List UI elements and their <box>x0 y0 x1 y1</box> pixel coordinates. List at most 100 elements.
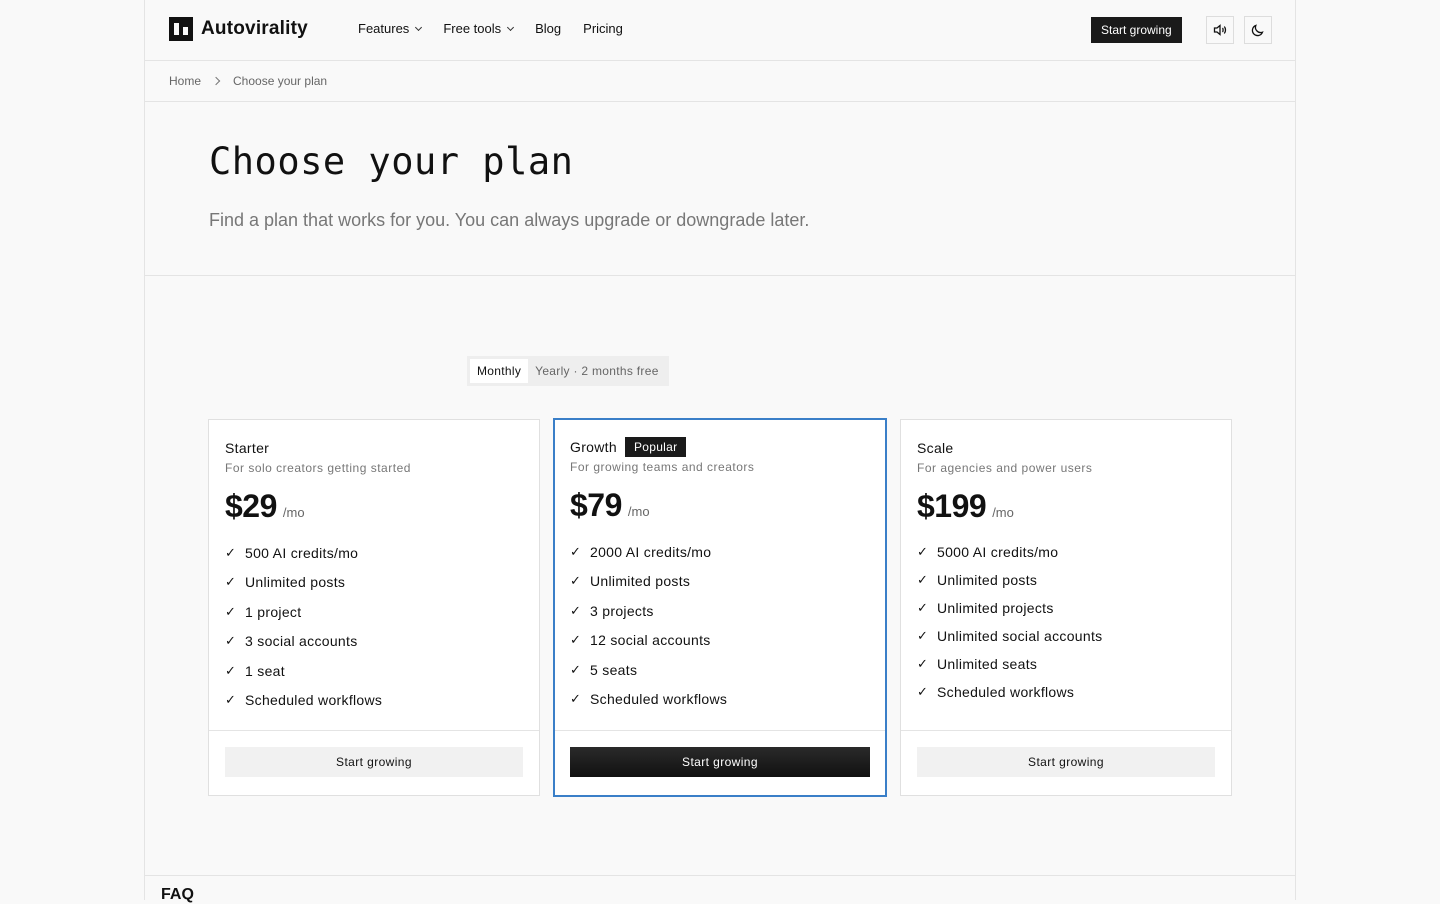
plan-period: /mo <box>992 505 1014 520</box>
check-icon: ✓ <box>917 628 929 643</box>
plan-description: For growing teams and creators <box>570 460 755 474</box>
breadcrumb-home-link[interactable]: Home <box>169 74 201 88</box>
nav-label: Pricing <box>583 21 623 36</box>
plan-name: Growth <box>570 439 617 455</box>
check-icon: ✓ <box>917 600 929 615</box>
check-icon: ✓ <box>225 662 237 678</box>
feature-item: ✓ 1 seat <box>225 656 523 686</box>
feature-text: Unlimited seats <box>937 656 1038 672</box>
plan-description: For agencies and power users <box>917 461 1093 475</box>
feature-item: ✓ 3 social accounts <box>225 627 523 657</box>
feature-item: ✓ Unlimited posts <box>570 567 870 597</box>
main-nav: Features Free tools Blog Pricing <box>358 21 623 36</box>
nav-label: Blog <box>535 21 562 36</box>
feature-item: ✓ 5 seats <box>570 655 870 685</box>
brand-logo[interactable]: Autovirality <box>169 17 308 41</box>
popular-badge: Popular <box>624 437 687 457</box>
start-growing-header-button[interactable]: Start growing <box>1091 17 1182 43</box>
check-icon: ✓ <box>225 692 237 708</box>
hero-section: Choose your plan Find a plan that works … <box>145 102 1295 276</box>
feature-text: Unlimited posts <box>937 572 1038 588</box>
logo-icon <box>169 17 193 41</box>
chevron-down-icon <box>507 23 515 31</box>
check-icon: ✓ <box>225 544 237 560</box>
nav-item-features[interactable]: Features <box>358 21 423 36</box>
sound-toggle-button[interactable] <box>1206 16 1234 44</box>
moon-icon <box>1251 24 1264 37</box>
feature-text: 5000 AI credits/mo <box>937 544 1059 560</box>
feature-item: ✓ 500 AI credits/mo <box>225 538 523 568</box>
chevron-down-icon <box>415 23 423 31</box>
feature-list: ✓ 5000 AI credits/mo ✓ Unlimited posts ✓ Un… <box>917 538 1215 706</box>
check-icon: ✓ <box>225 603 237 619</box>
chevron-right-icon <box>211 76 221 86</box>
nav-label: Free tools <box>443 21 502 36</box>
feature-item: ✓ Scheduled workflows <box>917 678 1215 706</box>
feature-text: Scheduled workflows <box>937 684 1075 700</box>
plan-price: $29 <box>225 488 277 524</box>
start-growing-scale-button[interactable]: Start growing <box>917 747 1215 777</box>
feature-text: Unlimited social accounts <box>937 628 1103 644</box>
feature-text: Unlimited posts <box>245 574 346 591</box>
feature-text: Unlimited posts <box>590 573 691 590</box>
feature-item: ✓ 2000 AI credits/mo <box>570 537 870 567</box>
feature-text: Scheduled workflows <box>245 692 383 709</box>
check-icon: ✓ <box>917 544 929 559</box>
feature-item: ✓ Unlimited social accounts <box>917 622 1215 650</box>
feature-text: 500 AI credits/mo <box>245 544 359 561</box>
billing-period-toggle: Monthly Yearly · 2 months free <box>467 356 669 386</box>
brand-name: Autovirality <box>201 18 308 39</box>
faq-section: FAQ <box>144 875 1296 903</box>
plan-description: For solo creators getting started <box>225 461 411 475</box>
plan-price: $79 <box>570 487 622 523</box>
check-icon: ✓ <box>570 661 582 677</box>
feature-item: ✓ 1 project <box>225 597 523 627</box>
billing-option-yearly[interactable]: Yearly · 2 months free <box>528 359 666 383</box>
check-icon: ✓ <box>570 573 582 589</box>
feature-item: ✓ 3 projects <box>570 596 870 626</box>
check-icon: ✓ <box>570 543 582 559</box>
feature-text: 1 project <box>245 603 302 620</box>
page-subtitle: Find a plan that works for you. You can … <box>209 210 810 230</box>
start-growing-growth-button[interactable]: Start growing <box>570 747 870 777</box>
feature-text: 2000 AI credits/mo <box>590 543 712 560</box>
nav-item-free-tools[interactable]: Free tools <box>443 21 515 36</box>
feature-text: 1 seat <box>245 662 285 679</box>
speaker-icon <box>1213 24 1227 36</box>
feature-item: ✓ 5000 AI credits/mo <box>917 538 1215 566</box>
feature-text: Scheduled workflows <box>590 691 728 708</box>
faq-heading: FAQ <box>161 886 194 903</box>
plan-card-growth: Growth Popular For growing teams and cre… <box>553 418 887 797</box>
plan-card-scale: Scale For agencies and power users $199 … <box>900 419 1232 796</box>
plan-price: $199 <box>917 488 987 524</box>
theme-toggle-button[interactable] <box>1244 16 1272 44</box>
billing-option-monthly[interactable]: Monthly <box>470 359 529 383</box>
breadcrumb-current: Choose your plan <box>233 74 328 88</box>
feature-text: Unlimited projects <box>937 600 1054 616</box>
top-navigation: Autovirality Features Free tools Blog Pr… <box>145 0 1295 61</box>
check-icon: ✓ <box>570 691 582 707</box>
feature-item: ✓ Unlimited posts <box>917 566 1215 594</box>
feature-list: ✓ 2000 AI credits/mo ✓ Unlimited posts ✓ 3 … <box>570 537 870 714</box>
feature-text: 12 social accounts <box>590 632 711 649</box>
plan-period: /mo <box>627 504 650 519</box>
plan-period: /mo <box>282 505 305 520</box>
check-icon: ✓ <box>917 684 929 699</box>
start-growing-starter-button[interactable]: Start growing <box>225 747 523 777</box>
plan-name: Starter <box>225 440 270 456</box>
feature-item: ✓ Unlimited seats <box>917 650 1215 678</box>
nav-item-blog[interactable]: Blog <box>535 21 561 36</box>
plan-card-starter: Starter For solo creators getting starte… <box>208 419 540 796</box>
feature-item: ✓ Unlimited posts <box>225 568 523 598</box>
check-icon: ✓ <box>225 574 237 590</box>
check-icon: ✓ <box>917 656 929 671</box>
nav-label: Features <box>358 21 410 36</box>
feature-item: ✓ 12 social accounts <box>570 626 870 656</box>
nav-item-pricing[interactable]: Pricing <box>583 21 623 36</box>
feature-text: 3 social accounts <box>245 633 358 650</box>
feature-item: ✓ Scheduled workflows <box>225 686 523 716</box>
plan-name: Scale <box>917 440 954 456</box>
check-icon: ✓ <box>570 602 582 618</box>
check-icon: ✓ <box>917 572 929 587</box>
check-icon: ✓ <box>225 633 237 649</box>
